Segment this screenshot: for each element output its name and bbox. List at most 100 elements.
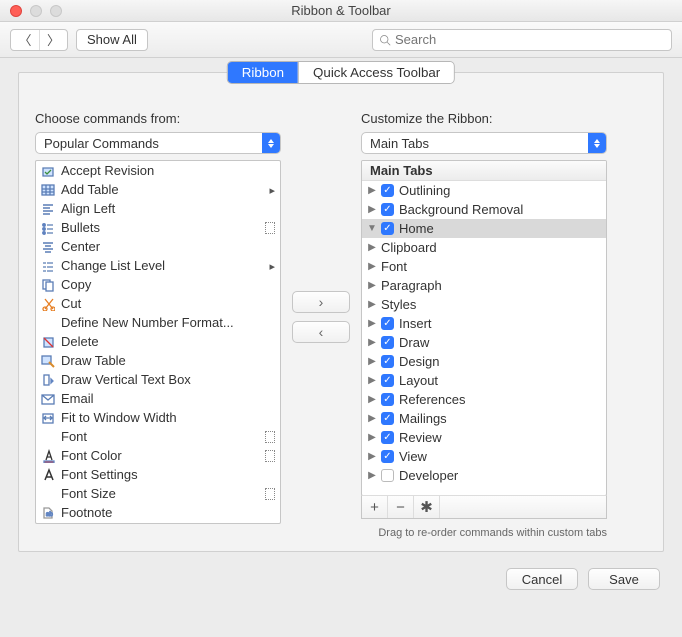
command-item[interactable]: Accept Revision [36,161,280,180]
disclosure-closed-icon[interactable]: ▶ [366,413,378,424]
command-item[interactable]: Font Settings [36,465,280,484]
disclosure-closed-icon[interactable]: ▶ [366,432,378,443]
menu-indicator-icon [265,488,275,500]
tree-node[interactable]: ▶ Outlining [362,181,606,200]
tree-node[interactable]: ▶Design [362,352,606,371]
command-item[interactable]: Font [36,427,280,446]
minimize-icon [30,5,42,17]
svg-text:ab: ab [46,512,53,518]
tree-checkbox[interactable] [381,203,394,216]
tree-checkbox[interactable] [381,412,394,425]
blank-icon [40,315,56,331]
command-item[interactable]: Draw Vertical Text Box [36,370,280,389]
tree-checkbox[interactable] [381,336,394,349]
command-item[interactable]: Add Table [36,180,280,199]
customize-ribbon-value: Main Tabs [362,136,588,151]
add-tab-button[interactable]: + [362,496,388,518]
disclosure-closed-icon[interactable]: ▶ [366,451,378,462]
disclosure-closed-icon[interactable]: ▶ [366,261,378,272]
disclosure-closed-icon[interactable]: ▶ [366,394,378,405]
disclosure-closed-icon[interactable]: ▶ [366,375,378,386]
command-item[interactable]: Email [36,389,280,408]
add-command-button[interactable]: › [292,291,350,313]
command-item[interactable]: Fit to Window Width [36,408,280,427]
tree-checkbox[interactable] [381,355,394,368]
ribbon-tree[interactable]: Main Tabs ▶Outlining▶Background Removal▼… [361,160,607,496]
disclosure-closed-icon[interactable]: ▶ [366,470,378,481]
tree-node-label: Styles [381,297,416,312]
tree-checkbox[interactable] [381,393,394,406]
save-button[interactable]: Save [588,568,660,590]
disclosure-closed-icon[interactable]: ▶ [366,204,378,215]
command-item[interactable]: Align Left [36,199,280,218]
tree-node[interactable]: ▶Font [362,257,606,276]
disclosure-closed-icon[interactable]: ▶ [366,280,378,291]
tree-checkbox[interactable] [381,222,394,235]
tab-ribbon[interactable]: Ribbon [228,62,298,83]
search-field[interactable] [372,29,672,51]
tree-node[interactable]: ▶Draw [362,333,606,352]
show-all-button[interactable]: Show All [76,29,148,51]
disclosure-open-icon[interactable]: ▼ [366,223,378,234]
tree-node[interactable]: ▶Insert [362,314,606,333]
command-item[interactable]: Draw Table [36,351,280,370]
disclosure-closed-icon[interactable]: ▶ [366,337,378,348]
tree-checkbox[interactable] [381,450,394,463]
disclosure-closed-icon[interactable]: ▶ [366,299,378,310]
table-icon [40,182,56,198]
command-item[interactable]: Cut [36,294,280,313]
command-item[interactable]: abFootnote [36,503,280,522]
command-item[interactable]: Bullets [36,218,280,237]
tree-checkbox[interactable] [381,469,394,482]
tree-node[interactable]: ▼Home [362,219,606,238]
tree-checkbox[interactable] [381,317,394,330]
command-item-label: Fit to Window Width [61,410,275,425]
tree-node[interactable]: ▶Review [362,428,606,447]
choose-commands-combo[interactable]: Popular Commands [35,132,281,154]
fontcolor-icon [40,448,56,464]
tree-node[interactable]: ▶Mailings [362,409,606,428]
tab-quick-access[interactable]: Quick Access Toolbar [298,62,454,83]
remove-command-button[interactable]: ‹ [292,321,350,343]
search-input[interactable] [395,32,665,47]
command-item[interactable]: Delete [36,332,280,351]
tree-node[interactable]: ▶Background Removal [362,200,606,219]
disclosure-closed-icon[interactable]: ▶ [366,242,378,253]
tree-node[interactable]: ▶Developer [362,466,606,485]
disclosure-closed-icon[interactable]: ▶ [366,356,378,367]
forward-button[interactable]: 〉 [39,30,67,50]
tree-node[interactable]: ▶Paragraph [362,276,606,295]
disclosure-closed-icon[interactable]: ▶ [366,185,378,196]
submenu-icon [269,182,275,197]
tree-node-label: Paragraph [381,278,442,293]
command-item[interactable]: Define New Number Format... [36,313,280,332]
tree-node-label: Outlining [399,183,450,198]
tree-node[interactable]: ▶Layout [362,371,606,390]
menu-indicator-icon [265,431,275,443]
tree-node[interactable]: ▶Clipboard [362,238,606,257]
choose-commands-label: Choose commands from: [35,111,281,126]
back-button[interactable]: 〈 [11,30,39,50]
cancel-button[interactable]: Cancel [506,568,578,590]
tree-node[interactable]: ▶References [362,390,606,409]
tree-checkbox[interactable] [381,431,394,444]
remove-tab-button[interactable]: − [388,496,414,518]
tree-checkbox[interactable] [381,374,394,387]
disclosure-closed-icon[interactable]: ▶ [366,318,378,329]
tree-node[interactable]: ▶View [362,447,606,466]
footnote-icon: ab [40,505,56,521]
command-item[interactable]: Font Size [36,484,280,503]
command-item[interactable]: Font Color [36,446,280,465]
align-icon [40,201,56,217]
customize-ribbon-combo[interactable]: Main Tabs [361,132,607,154]
nav-seg: 〈 〉 [10,29,68,51]
command-item[interactable]: Center [36,237,280,256]
command-item[interactable]: Copy [36,275,280,294]
tree-checkbox[interactable] [381,184,394,197]
close-icon[interactable] [10,5,22,17]
tree-node[interactable]: ▶Styles [362,295,606,314]
command-item[interactable]: Change List Level [36,256,280,275]
settings-button[interactable]: ✱ [414,496,440,518]
commands-listbox[interactable]: Accept RevisionAdd TableAlign LeftBullet… [35,160,281,524]
blank-icon [40,486,56,502]
